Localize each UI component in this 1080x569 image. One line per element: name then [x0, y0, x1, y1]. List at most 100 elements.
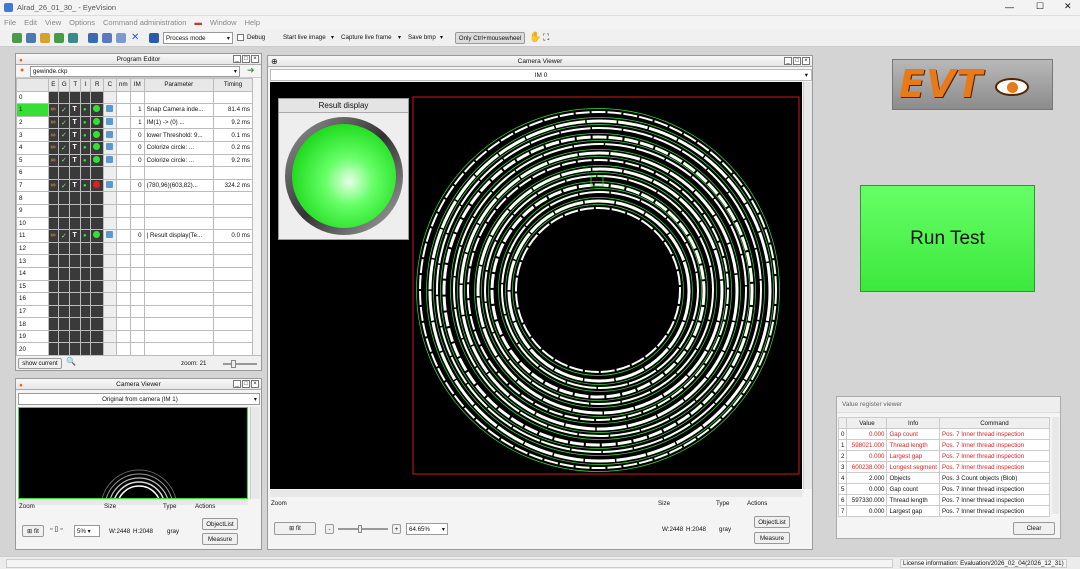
hand-icon[interactable]: ✋: [529, 32, 541, 43]
table-row[interactable]: 7 ∞ ✓ T ● 0 (780,96)(603,82)... 324.2 ms: [16, 178, 253, 193]
search-icon[interactable]: 🔍: [66, 357, 76, 366]
table-row[interactable]: 10: [16, 216, 253, 231]
small-zoom-value[interactable]: 5% ▾: [74, 525, 100, 537]
import-icon[interactable]: [54, 33, 64, 43]
table-row[interactable]: 5 ∞ ✓ T ● 0 Colorize circle: ... 9.2 ms: [16, 153, 253, 168]
vertical-scrollbar[interactable]: [250, 407, 260, 499]
main-vertical-scrollbar[interactable]: [803, 82, 812, 489]
main-zoom-value[interactable]: 64.65% ▾: [406, 523, 448, 535]
menu-options[interactable]: Options: [65, 16, 99, 30]
save-icon[interactable]: [88, 33, 98, 43]
main-measure-button[interactable]: Measure: [754, 532, 790, 544]
value-register-scrollbar[interactable]: [1052, 417, 1059, 514]
chevron-down-icon[interactable]: ▾: [440, 34, 443, 41]
table-row[interactable]: 15: [16, 279, 253, 294]
chevron-down-icon[interactable]: ▾: [398, 34, 401, 41]
list-item[interactable]: 5 0.000 Gap count Pos. 7 Inner thread inspe…: [837, 483, 1051, 495]
list-item[interactable]: 4 2.000 Objects Pos. 3 Count objects (Blob): [837, 472, 1051, 484]
main-horizontal-scrollbar[interactable]: [270, 490, 802, 497]
debug-checkbox[interactable]: [237, 34, 244, 41]
close-icon[interactable]: ×: [251, 55, 259, 63]
table-row[interactable]: 13: [16, 254, 253, 268]
refresh-icon[interactable]: [12, 33, 22, 43]
maximize-icon[interactable]: □: [242, 380, 250, 388]
main-image-select[interactable]: IM 0 ▾: [270, 69, 812, 81]
row-number: 10: [16, 216, 49, 231]
export-icon[interactable]: [68, 33, 78, 43]
clear-button[interactable]: Clear: [1013, 522, 1055, 535]
maximize-button[interactable]: ☐: [1036, 1, 1044, 12]
menu-window[interactable]: Window: [206, 16, 241, 30]
capture-live-button[interactable]: Capture live frame: [341, 34, 392, 41]
run-test-button[interactable]: Run Test: [860, 185, 1035, 292]
table-row[interactable]: 1 ∞ ✓ T ● 1 Snap Camera inde... 81.4 ms: [16, 103, 253, 117]
flag-icon[interactable]: ▬: [190, 16, 206, 30]
close-window-button[interactable]: ✕: [1064, 1, 1072, 12]
load-icon[interactable]: [26, 33, 36, 43]
table-row[interactable]: 12: [16, 241, 253, 256]
main-fit-button[interactable]: ⊞ fit: [274, 522, 316, 535]
menu-help[interactable]: Help: [241, 16, 264, 30]
file-select[interactable]: gewinde.ckp ▾: [30, 66, 240, 77]
table-row[interactable]: 8: [16, 191, 253, 205]
table-row[interactable]: 2 ∞ ✓ T ● 1 IM(1) -> (0) ... 9.2 ms: [16, 115, 253, 130]
start-live-button[interactable]: Start live image: [283, 34, 326, 41]
maximize-icon[interactable]: □: [242, 55, 250, 63]
zoom-in-button[interactable]: +: [392, 524, 401, 534]
table-row[interactable]: 18: [16, 317, 253, 331]
list-item[interactable]: 0 0.000 Gap count Pos. 7 Inner thread inspe…: [837, 428, 1051, 440]
table-row[interactable]: 4 ∞ ✓ T ● 0 Colorize circle: ... 0.2 ms: [16, 140, 253, 155]
table-row[interactable]: 9: [16, 203, 253, 218]
main-camera-image[interactable]: Result display: [270, 82, 802, 489]
small-camera-image[interactable]: [18, 407, 248, 499]
list-item[interactable]: 7 0.000 Largest gap Pos. 7 Inner thread ins…: [837, 505, 1051, 517]
minimize-icon[interactable]: _: [233, 380, 241, 388]
menu-view[interactable]: View: [41, 16, 65, 30]
menu-command-administration[interactable]: Command administration: [99, 16, 190, 30]
zoom-out-button[interactable]: -: [325, 524, 334, 534]
menu-file[interactable]: File: [0, 16, 20, 30]
table-row[interactable]: 19: [16, 329, 253, 344]
delete-icon[interactable]: ✕: [131, 32, 139, 43]
table-row[interactable]: 17: [16, 304, 253, 319]
chevron-down-icon[interactable]: ▾: [331, 34, 334, 41]
table-row[interactable]: 20: [16, 342, 253, 357]
add-icon[interactable]: ⊕: [271, 56, 278, 67]
small-zoom-slider[interactable]: ▫ ▯ ▫: [50, 525, 70, 537]
table-row[interactable]: 6: [16, 166, 253, 180]
arrow-right-icon[interactable]: ➜: [247, 65, 255, 76]
mode-select[interactable]: Process mode ▾: [163, 32, 233, 44]
only-ctrl-mousewheel-toggle[interactable]: Only Ctrl+mousewheel: [455, 32, 525, 44]
table-row[interactable]: 14: [16, 266, 253, 281]
table-row[interactable]: 11 ∞ ✓ T ● 0 | Result display(Te... 0.0 ms: [16, 229, 253, 243]
menu-edit[interactable]: Edit: [20, 16, 41, 30]
list-item[interactable]: 3 600238.000 Longest segment Pos. 7 Inner t…: [837, 461, 1051, 473]
main-zoom-slider[interactable]: [338, 525, 388, 533]
table-row[interactable]: 3 ∞ ✓ T ● 0 lower Threshold: 9... 0.1 ms: [16, 128, 253, 142]
copy-icon[interactable]: [116, 33, 126, 43]
small-objectlist-button[interactable]: ObjectList: [202, 518, 238, 530]
save-bmp-button[interactable]: Save bmp: [408, 34, 436, 41]
minimize-button[interactable]: —: [1005, 2, 1014, 12]
folder-icon[interactable]: [40, 33, 50, 43]
small-fit-button[interactable]: ⊞ fit: [22, 525, 44, 537]
main-objectlist-button[interactable]: ObjectList: [754, 516, 790, 528]
small-measure-button[interactable]: Measure: [202, 533, 238, 545]
show-current-button[interactable]: show current: [18, 358, 62, 369]
crop-icon[interactable]: ⛶: [543, 32, 549, 43]
table-row[interactable]: 16: [16, 292, 253, 306]
close-icon[interactable]: ×: [802, 57, 810, 65]
list-item[interactable]: 1 598021.000 Thread length Pos. 7 Inner thr…: [837, 439, 1051, 451]
minimize-icon[interactable]: _: [784, 57, 792, 65]
list-item[interactable]: 2 0.000 Largest gap Pos. 7 Inner thread ins…: [837, 450, 1051, 462]
table-row[interactable]: 0: [16, 90, 253, 105]
save-as-icon[interactable]: [102, 33, 112, 43]
small-image-select[interactable]: Original from camera (IM 1) ▾: [18, 393, 260, 405]
command-name: 7 Inner thread inspection: [956, 507, 1025, 515]
mode-icon[interactable]: [149, 33, 159, 43]
list-item[interactable]: 6 597330.000 Thread length Pos. 7 Inner thr…: [837, 494, 1051, 506]
zoom-slider[interactable]: [223, 360, 257, 368]
minimize-icon[interactable]: _: [233, 55, 241, 63]
close-icon[interactable]: ×: [251, 380, 259, 388]
maximize-icon[interactable]: □: [793, 57, 801, 65]
